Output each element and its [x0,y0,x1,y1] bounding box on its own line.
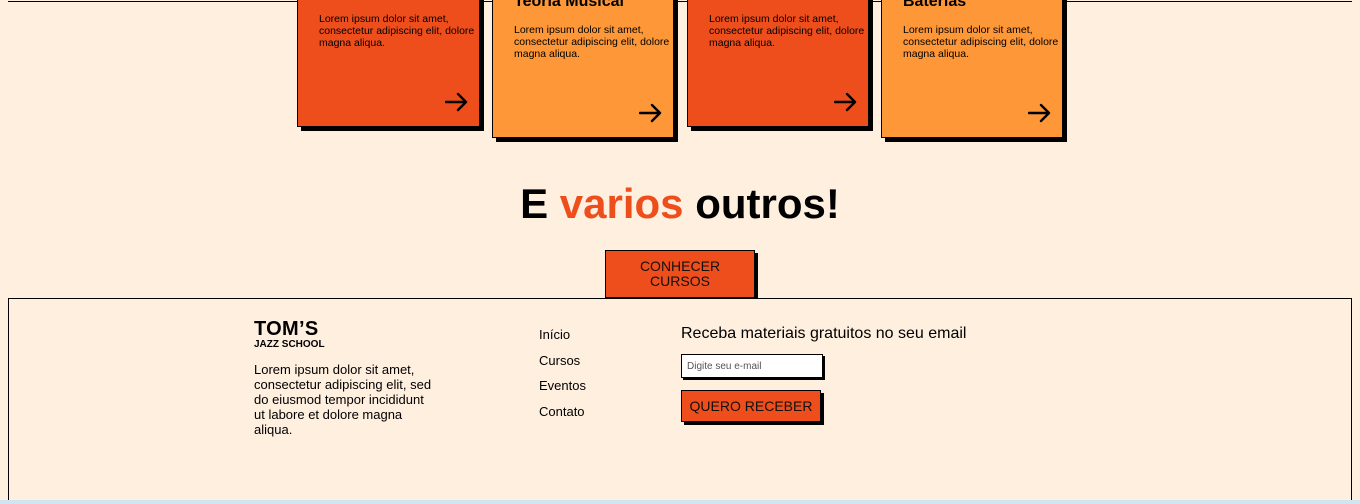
email-field[interactable] [681,354,823,378]
footer-description: Lorem ipsum dolor sit amet, consectetur … [254,362,432,437]
arrow-right-icon[interactable] [639,103,663,123]
newsletter-title: Receba materiais gratuitos no seu email [681,325,967,342]
course-card-description: Lorem ipsum dolor sit amet, consectetur … [514,24,670,60]
course-card-description: Lorem ipsum dolor sit amet, consectetur … [709,13,865,49]
subscribe-button[interactable]: QUERO RECEBER [681,390,821,422]
footer: TOM’S JAZZ SCHOOL Lorem ipsum dolor sit … [8,298,1352,504]
headline-suffix: outros! [695,180,840,227]
arrow-right-icon[interactable] [834,92,858,112]
footer-nav-item-cursos[interactable]: Cursos [539,352,586,378]
footer-nav-item-eventos[interactable]: Eventos [539,377,586,403]
section-headline: E varios outros! [0,180,1360,228]
course-card-4[interactable]: Baterias Lorem ipsum dolor sit amet, con… [881,0,1063,138]
footer-nav-item-contato[interactable]: Contato [539,403,586,429]
window-bottom-edge [0,500,1360,504]
courses-section-frame [8,0,1352,2]
course-card-description: Lorem ipsum dolor sit amet, consectetur … [319,13,475,49]
course-card-title: Teoria Musical [514,0,624,10]
headline-accent: varios [559,180,684,227]
see-courses-button[interactable]: CONHECER CURSOS [605,250,755,298]
course-card-3[interactable]: Lorem ipsum dolor sit amet, consectetur … [687,0,869,127]
brand-tagline: JAZZ SCHOOL [254,339,325,350]
course-card-1[interactable]: Lorem ipsum dolor sit amet, consectetur … [297,0,480,127]
footer-nav-item-inicio[interactable]: Início [539,326,586,352]
arrow-right-icon[interactable] [1028,103,1052,123]
course-card-description: Lorem ipsum dolor sit amet, consectetur … [903,24,1059,60]
footer-nav: Início Cursos Eventos Contato [539,326,586,428]
course-card-title: Baterias [903,0,967,10]
course-card-2[interactable]: Teoria Musical Lorem ipsum dolor sit ame… [492,0,674,138]
brand-name[interactable]: TOM’S [254,319,318,339]
arrow-right-icon[interactable] [445,92,469,112]
page: Lorem ipsum dolor sit amet, consectetur … [0,0,1360,504]
headline-prefix: E [520,180,549,227]
